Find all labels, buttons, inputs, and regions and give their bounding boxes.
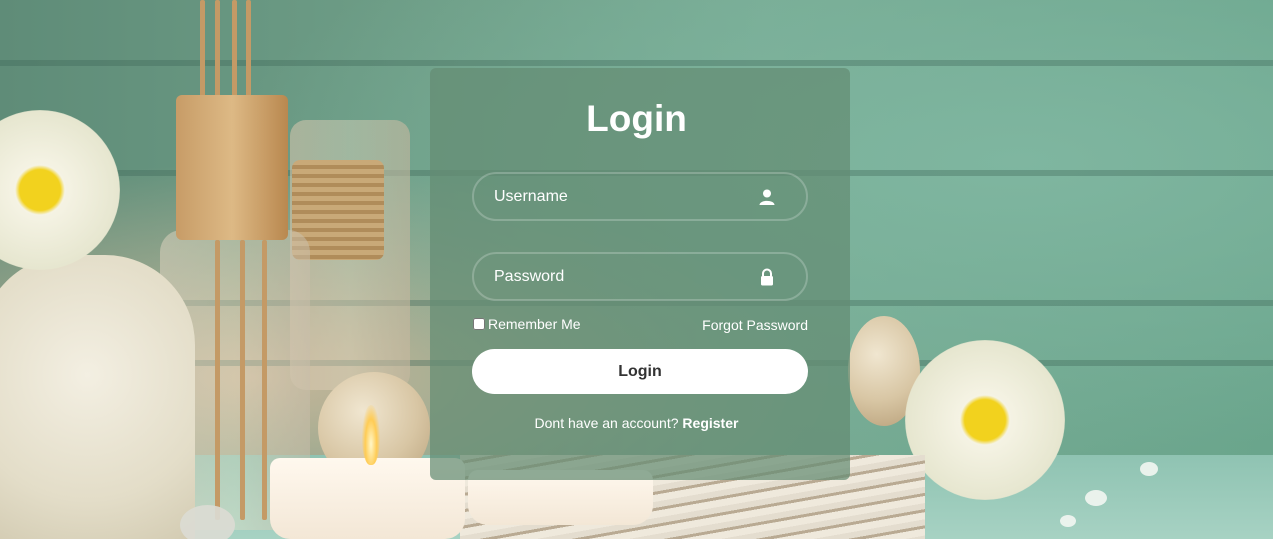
remember-me-checkbox[interactable] — [473, 318, 485, 330]
register-prompt-text: Dont have an account? — [534, 415, 679, 431]
reed-stick — [246, 0, 251, 110]
reed-stick — [215, 0, 220, 110]
username-input[interactable] — [494, 174, 754, 219]
candle-flame — [362, 405, 380, 465]
pebble — [1060, 515, 1076, 527]
lock-icon — [761, 268, 773, 286]
rolled-towel — [0, 255, 195, 539]
username-field[interactable] — [472, 172, 808, 221]
reed-stick — [240, 240, 245, 520]
pebble — [1140, 462, 1158, 476]
forgot-password-link[interactable]: Forgot Password — [702, 317, 808, 333]
remember-me-label: Remember Me — [488, 316, 581, 332]
reed-stick — [232, 0, 237, 110]
login-options-row: Remember Me Forgot Password — [472, 316, 808, 336]
register-prompt-row: Dont have an account? Register — [0, 415, 1273, 431]
register-link[interactable]: Register — [682, 415, 738, 431]
login-title: Login — [586, 98, 687, 139]
login-button[interactable]: Login — [472, 349, 808, 394]
password-input[interactable] — [494, 254, 754, 299]
reed-stick — [200, 0, 205, 110]
pebble — [1085, 490, 1107, 506]
reed-stick — [262, 240, 267, 520]
user-icon — [759, 189, 775, 205]
password-field[interactable] — [472, 252, 808, 301]
wall-plank-line — [0, 60, 1273, 66]
stone — [180, 505, 235, 539]
remember-me-control[interactable]: Remember Me — [472, 316, 581, 332]
reed-stick — [215, 240, 220, 520]
